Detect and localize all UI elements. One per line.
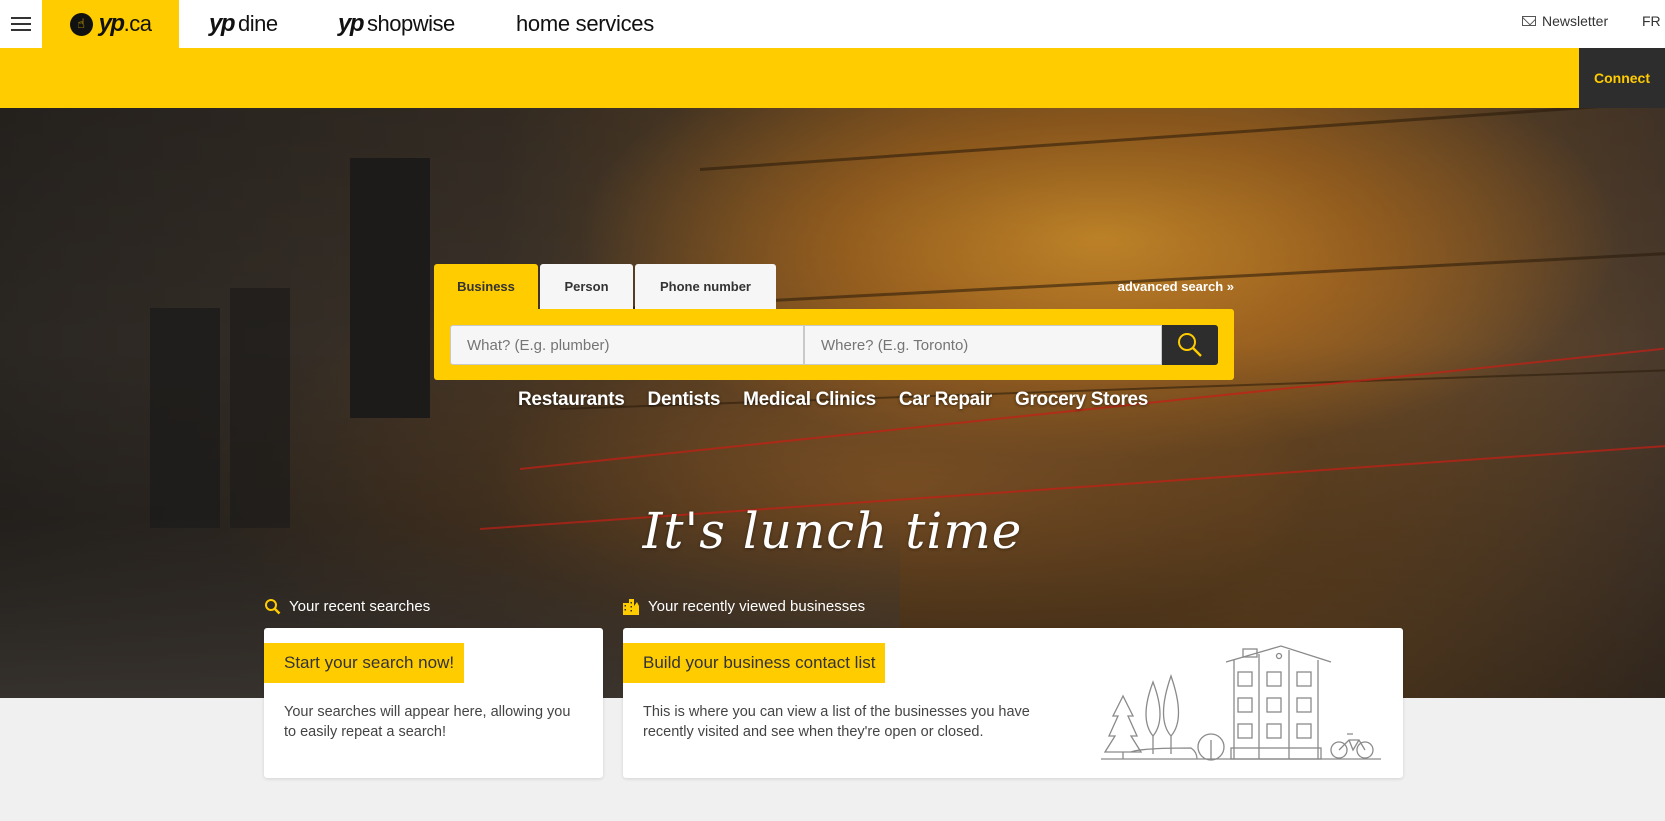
buildings-icon xyxy=(623,599,639,615)
brand-suffix: .ca xyxy=(123,11,152,36)
recently-viewed-label: Your recently viewed businesses xyxy=(622,598,865,615)
recently-viewed-body: This is where you can view a list of the… xyxy=(643,704,1030,740)
recent-searches-card: Start your search now! Your searches wil… xyxy=(264,628,603,778)
tab-business[interactable]: Business xyxy=(434,264,538,309)
category-link[interactable]: Dentists xyxy=(648,389,721,411)
search-icon xyxy=(265,599,281,615)
recent-searches-label: Your recent searches xyxy=(264,598,430,615)
brand-suffix: shopwise xyxy=(367,11,455,36)
ypca-logo-link[interactable]: ☝ yp.ca xyxy=(42,0,179,48)
recently-viewed-card: Build your business contact list This is… xyxy=(623,628,1403,778)
search-button[interactable] xyxy=(1162,325,1218,365)
hero-beam xyxy=(699,108,1665,171)
envelope-icon xyxy=(1522,16,1536,26)
connect-button[interactable]: Connect xyxy=(1579,48,1665,108)
category-link[interactable]: Grocery Stores xyxy=(1015,389,1148,411)
advanced-search-link[interactable]: advanced search » xyxy=(1118,279,1234,294)
recent-searches-label-text: Your recent searches xyxy=(289,598,431,615)
menu-button[interactable] xyxy=(0,0,42,48)
brand-prefix: yp xyxy=(98,10,126,37)
popular-categories: Restaurants Dentists Medical Clinics Car… xyxy=(518,389,1148,411)
search-tabs: Business Person Phone number xyxy=(434,264,1234,309)
category-link[interactable]: Restaurants xyxy=(518,389,625,411)
where-input[interactable] xyxy=(804,325,1162,365)
search-panel xyxy=(434,309,1234,380)
yellow-banner: Connect xyxy=(0,48,1665,108)
building-illustration xyxy=(1101,645,1381,761)
tab-person[interactable]: Person xyxy=(540,264,633,309)
ypshopwise-link[interactable]: yp shopwise xyxy=(338,0,455,48)
brand-prefix: yp xyxy=(209,10,236,37)
top-navigation: ☝ yp.ca yp dine yp shopwise home service… xyxy=(0,0,1665,48)
hamburger-icon xyxy=(11,17,31,31)
home-services-link[interactable]: home services xyxy=(516,0,654,48)
category-link[interactable]: Medical Clinics xyxy=(743,389,876,411)
recent-searches-body: Your searches will appear here, allowing… xyxy=(284,704,571,740)
brand-prefix: yp xyxy=(338,10,365,37)
hero-headline: It's lunch time xyxy=(642,502,1023,560)
brand-suffix: dine xyxy=(238,11,278,36)
ypdine-link[interactable]: yp dine xyxy=(209,0,278,48)
search-widget: Business Person Phone number advanced se… xyxy=(434,264,1234,380)
hero-tower xyxy=(230,288,290,528)
newsletter-label: Newsletter xyxy=(1542,13,1609,29)
tab-phone-number[interactable]: Phone number xyxy=(635,264,776,309)
language-toggle[interactable]: FR xyxy=(1642,13,1661,29)
search-icon xyxy=(1178,333,1202,357)
newsletter-link[interactable]: Newsletter xyxy=(1522,13,1608,29)
recent-searches-title: Start your search now! xyxy=(264,643,465,683)
hero-tower xyxy=(350,158,430,418)
recently-viewed-label-text: Your recently viewed businesses xyxy=(648,598,866,615)
walking-fingers-icon: ☝ xyxy=(69,12,93,36)
recently-viewed-title: Build your business contact list xyxy=(623,643,886,683)
category-link[interactable]: Car Repair xyxy=(899,389,992,411)
what-input[interactable] xyxy=(450,325,804,365)
hero-tower xyxy=(150,308,220,528)
